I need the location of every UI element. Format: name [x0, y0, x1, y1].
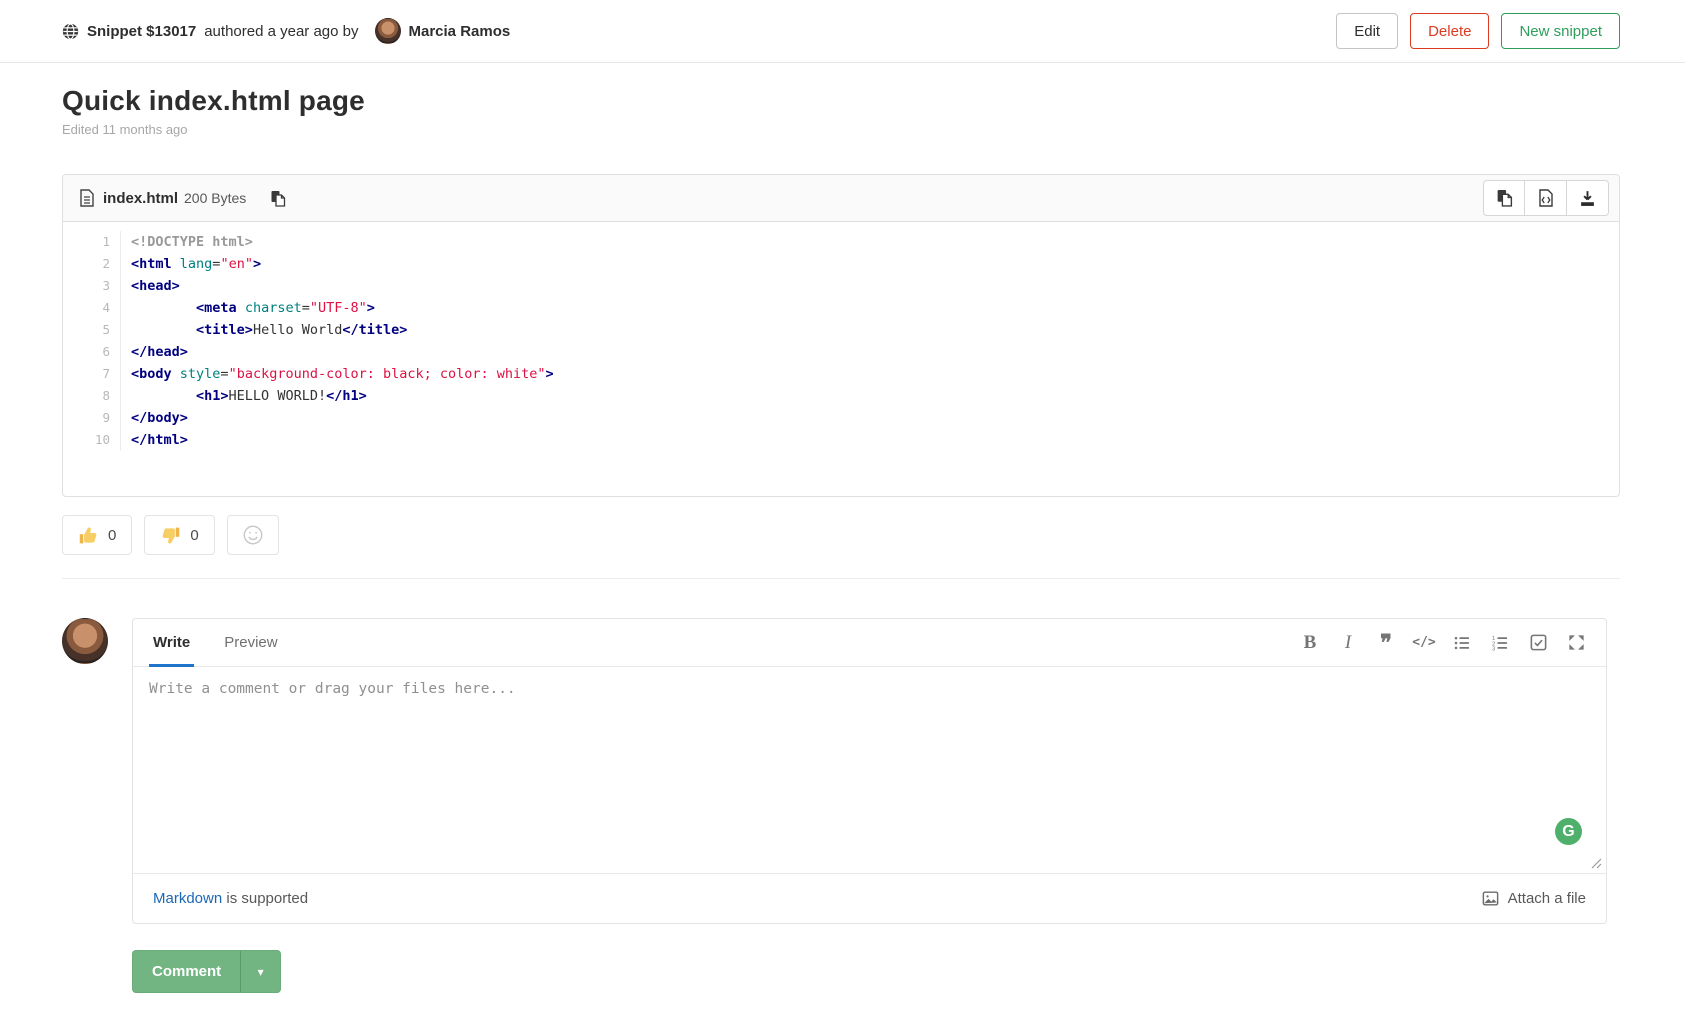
new-snippet-button[interactable]: New snippet	[1501, 13, 1620, 49]
line-number[interactable]: 7	[63, 363, 120, 385]
textarea-wrap: G	[133, 667, 1606, 873]
section-divider	[62, 578, 1620, 579]
code-line: </html>	[121, 429, 1619, 451]
comment-section: Write Preview B I ❞ </> 123	[62, 618, 1620, 924]
line-number[interactable]: 2	[63, 253, 120, 275]
file-header: index.html 200 Bytes	[63, 175, 1619, 222]
title-block: Quick index.html page Edited 11 months a…	[62, 85, 1620, 137]
thumbs-down-button[interactable]: 0	[144, 515, 214, 555]
globe-icon	[62, 23, 79, 40]
authored-text: authored a year ago by	[204, 23, 358, 40]
download-icon[interactable]	[1567, 180, 1609, 216]
page-title: Quick index.html page	[62, 85, 1620, 117]
line-number[interactable]: 3	[63, 275, 120, 297]
comment-editor: Write Preview B I ❞ </> 123	[132, 618, 1607, 924]
tab-preview[interactable]: Preview	[220, 619, 281, 666]
line-number[interactable]: 4	[63, 297, 120, 319]
code-line: <body style="background-color: black; co…	[121, 363, 1619, 385]
markdown-note: Markdown is supported	[153, 890, 308, 907]
markdown-toolbar: B I ❞ </> 123	[1296, 619, 1590, 666]
code-line: </body>	[121, 407, 1619, 429]
author-name[interactable]: Marcia Ramos	[409, 23, 511, 40]
code-viewer: 12345678910 <!DOCTYPE html><html lang="e…	[63, 222, 1619, 496]
smiley-icon	[242, 524, 264, 546]
quote-icon[interactable]: ❞	[1372, 629, 1400, 657]
code-line: <html lang="en">	[121, 253, 1619, 275]
copy-filename-icon[interactable]	[270, 190, 286, 207]
numbered-list-icon[interactable]: 123	[1486, 629, 1514, 657]
editor-footer: Markdown is supported Attach a file	[133, 873, 1606, 923]
code-icon[interactable]: </>	[1410, 629, 1438, 657]
code-line: <!DOCTYPE html>	[121, 231, 1619, 253]
comment-button[interactable]: Comment	[132, 950, 241, 993]
file-size: 200 Bytes	[184, 190, 246, 206]
file-action-group	[1483, 180, 1609, 216]
code-line: </head>	[121, 341, 1619, 363]
current-user-avatar[interactable]	[62, 618, 108, 664]
editor-header: Write Preview B I ❞ </> 123	[133, 619, 1606, 667]
file-name: index.html	[103, 190, 178, 207]
line-number[interactable]: 5	[63, 319, 120, 341]
submit-row: Comment ▾	[132, 950, 1620, 993]
copy-contents-icon[interactable]	[1483, 180, 1525, 216]
attach-image-icon	[1481, 889, 1500, 908]
author-avatar[interactable]	[375, 18, 401, 44]
italic-icon[interactable]: I	[1334, 629, 1362, 657]
thumbs-down-icon	[160, 525, 181, 546]
line-number[interactable]: 6	[63, 341, 120, 363]
comment-options-caret[interactable]: ▾	[241, 950, 281, 993]
task-list-icon[interactable]	[1524, 629, 1552, 657]
svg-text:3: 3	[1492, 646, 1495, 652]
line-number[interactable]: 10	[63, 429, 120, 451]
code-line: <title>Hello World</title>	[121, 319, 1619, 341]
thumbs-down-count: 0	[190, 527, 198, 544]
open-raw-icon[interactable]	[1525, 180, 1567, 216]
code-line: <h1>HELLO WORLD!</h1>	[121, 385, 1619, 407]
line-number[interactable]: 8	[63, 385, 120, 407]
award-emoji-row: 0 0	[62, 515, 1620, 555]
snippet-actions: Edit Delete New snippet	[1336, 13, 1620, 49]
line-numbers: 12345678910	[63, 231, 121, 451]
tab-write[interactable]: Write	[149, 619, 194, 666]
comment-input[interactable]	[133, 667, 1606, 873]
chevron-down-icon: ▾	[258, 965, 264, 979]
bullet-list-icon[interactable]	[1448, 629, 1476, 657]
edited-timestamp: Edited 11 months ago	[62, 122, 1620, 137]
snippet-meta: Snippet $13017 authored a year ago by Ma…	[62, 18, 510, 44]
markdown-suffix: is supported	[222, 890, 308, 907]
thumbs-up-count: 0	[108, 527, 116, 544]
add-reaction-button[interactable]	[227, 515, 279, 555]
delete-button[interactable]: Delete	[1410, 13, 1489, 49]
file-icon	[79, 189, 95, 207]
comment-split-button: Comment ▾	[132, 950, 281, 993]
snippet-id: Snippet $13017	[87, 23, 196, 40]
file-box: index.html 200 Bytes 12345678910 <!DOCTY…	[62, 174, 1620, 497]
line-number[interactable]: 1	[63, 231, 120, 253]
attach-file-button[interactable]: Attach a file	[1481, 889, 1586, 908]
topbar: Snippet $13017 authored a year ago by Ma…	[0, 0, 1685, 63]
attach-file-label: Attach a file	[1508, 890, 1586, 907]
edit-button[interactable]: Edit	[1336, 13, 1398, 49]
resize-handle-icon[interactable]	[1591, 858, 1602, 869]
markdown-link[interactable]: Markdown	[153, 890, 222, 907]
fullscreen-icon[interactable]	[1562, 629, 1590, 657]
thumbs-up-button[interactable]: 0	[62, 515, 132, 555]
code-line: <meta charset="UTF-8">	[121, 297, 1619, 319]
code-lines: <!DOCTYPE html><html lang="en"><head> <m…	[121, 231, 1619, 451]
thumbs-up-icon	[78, 525, 99, 546]
line-number[interactable]: 9	[63, 407, 120, 429]
bold-icon[interactable]: B	[1296, 629, 1324, 657]
code-line: <head>	[121, 275, 1619, 297]
grammarly-icon[interactable]: G	[1555, 818, 1582, 845]
